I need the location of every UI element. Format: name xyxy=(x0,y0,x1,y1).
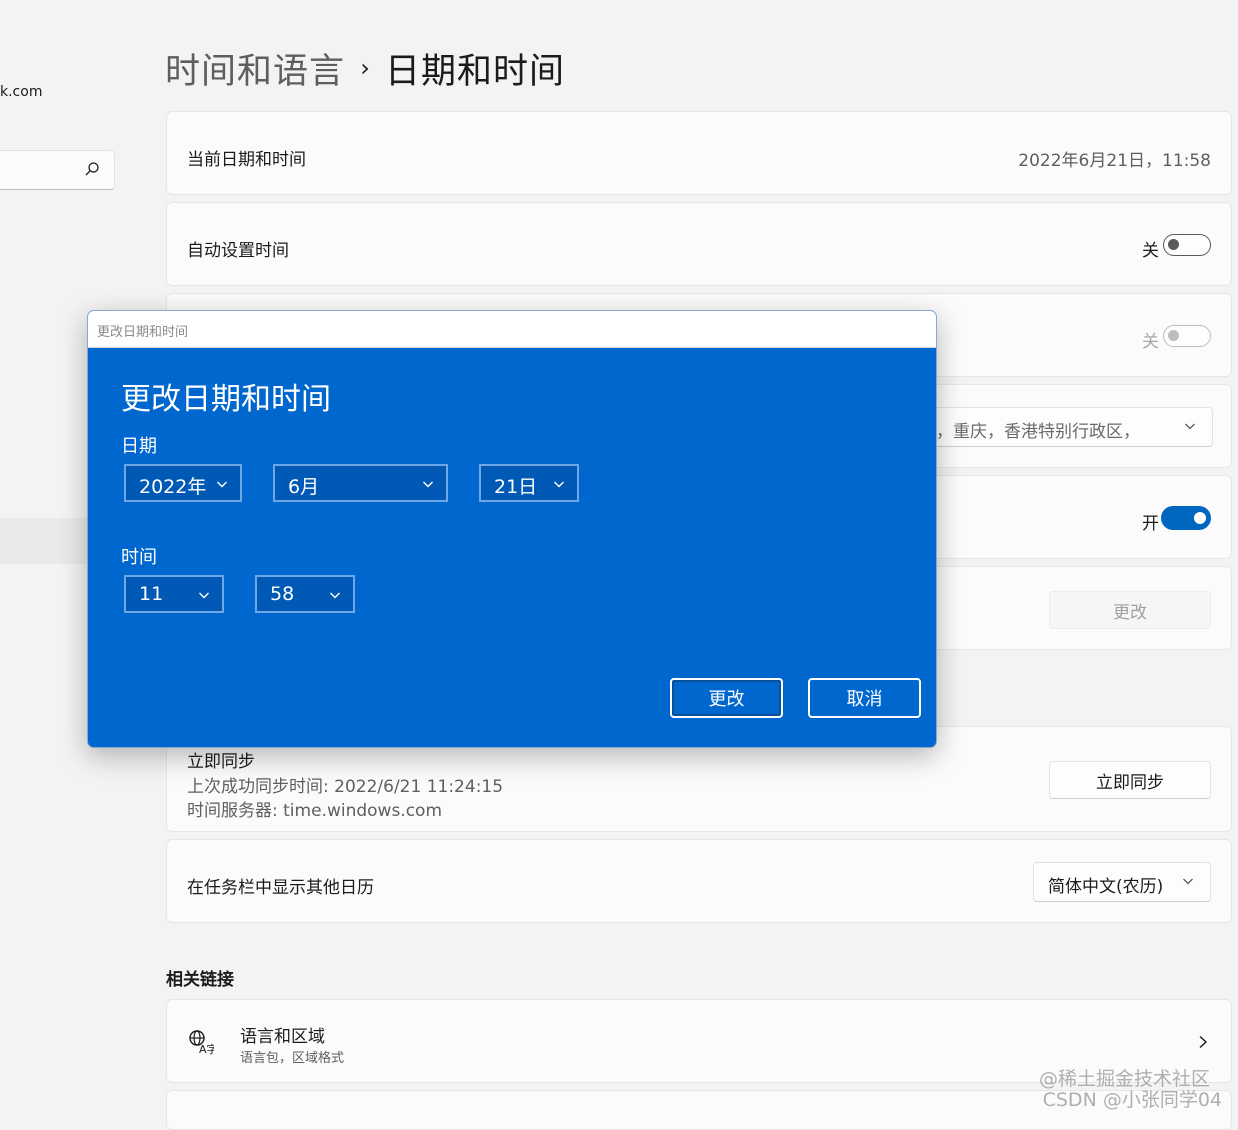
calendar-card: 在任务栏中显示其他日历 简体中文(农历) xyxy=(166,839,1232,923)
minute-select[interactable]: 58 xyxy=(255,575,355,613)
chevron-down-icon xyxy=(1185,423,1195,430)
hour-select[interactable]: 11 xyxy=(124,575,224,613)
chevron-down-icon xyxy=(423,481,433,488)
date-label: 日期 xyxy=(121,436,157,457)
svg-text:A字: A字 xyxy=(199,1042,214,1055)
chevron-down-icon xyxy=(554,481,564,488)
sync-now-button[interactable]: 立即同步 xyxy=(1049,761,1211,799)
month-value: 6月 xyxy=(288,476,320,498)
year-select[interactable]: 2022年 xyxy=(124,464,242,502)
watermark-line2: CSDN @小张同学04 xyxy=(1042,1089,1222,1111)
change-datetime-button[interactable]: 更改 xyxy=(1049,591,1211,629)
chevron-down-icon xyxy=(1183,878,1193,885)
dialog-body: 更改日期和时间 日期 2022年 6月 21日 时间 11 58 更改 取消 xyxy=(88,348,936,747)
chevron-down-icon xyxy=(330,592,340,599)
account-email: k.com xyxy=(0,84,43,100)
dialog-heading: 更改日期和时间 xyxy=(121,382,331,417)
sidebar-item-selected[interactable] xyxy=(0,518,88,564)
page-title: 日期和时间 xyxy=(385,51,566,92)
dst-state: 开 xyxy=(1142,514,1159,534)
last-sync-time: 上次成功同步时间: 2022/6/21 11:24:15 xyxy=(187,777,504,797)
dialog-window-title: 更改日期和时间 xyxy=(97,325,189,340)
calendar-label: 在任务栏中显示其他日历 xyxy=(187,878,374,898)
day-select[interactable]: 21日 xyxy=(479,464,579,502)
minute-value: 58 xyxy=(270,583,295,605)
chevron-down-icon xyxy=(199,592,209,599)
timezone-value: 北京，重庆，香港特别行政区， xyxy=(902,422,1140,442)
month-select[interactable]: 6月 xyxy=(273,464,448,502)
current-datetime-label: 当前日期和时间 xyxy=(187,150,306,170)
dst-toggle[interactable] xyxy=(1161,506,1211,530)
dialog-cancel-button[interactable]: 取消 xyxy=(808,678,921,718)
language-icon: A字 xyxy=(189,1030,214,1055)
hour-value: 11 xyxy=(139,583,164,605)
sync-title: 立即同步 xyxy=(187,752,255,772)
breadcrumb-parent[interactable]: 时间和语言 xyxy=(165,43,345,94)
day-value: 21日 xyxy=(494,476,538,498)
auto-time-state: 关 xyxy=(1142,241,1159,261)
year-value: 2022年 xyxy=(139,476,207,498)
related-links-title: 相关链接 xyxy=(166,970,234,990)
breadcrumb: 时间和语言 › 日期和时间 xyxy=(165,40,565,96)
dialog-confirm-button[interactable]: 更改 xyxy=(670,678,783,718)
calendar-value: 简体中文(农历) xyxy=(1048,877,1164,897)
chevron-right-icon xyxy=(1199,1035,1208,1049)
change-datetime-dialog: 更改日期和时间 更改日期和时间 日期 2022年 6月 21日 时间 11 58… xyxy=(87,310,937,748)
auto-time-toggle[interactable] xyxy=(1163,234,1211,256)
dialog-titlebar[interactable]: 更改日期和时间 xyxy=(88,311,936,348)
settings-search-input[interactable] xyxy=(0,150,115,190)
calendar-select[interactable]: 简体中文(农历) xyxy=(1033,862,1211,902)
auto-timezone-state: 关 xyxy=(1142,332,1159,352)
auto-time-card: 自动设置时间 关 xyxy=(166,202,1232,286)
related-link-subtitle: 语言包，区域格式 xyxy=(240,1051,345,1066)
current-datetime-value: 2022年6月21日，11:58 xyxy=(1018,151,1211,171)
auto-timezone-toggle[interactable] xyxy=(1163,325,1211,347)
related-link-title: 语言和区域 xyxy=(240,1027,325,1047)
search-icon xyxy=(85,162,99,176)
auto-time-label: 自动设置时间 xyxy=(187,241,289,261)
time-label: 时间 xyxy=(121,547,157,568)
time-server: 时间服务器: time.windows.com xyxy=(187,801,443,821)
chevron-down-icon xyxy=(217,481,227,488)
breadcrumb-separator-icon: › xyxy=(360,54,370,82)
current-datetime-card: 当前日期和时间 2022年6月21日，11:58 xyxy=(166,111,1232,195)
